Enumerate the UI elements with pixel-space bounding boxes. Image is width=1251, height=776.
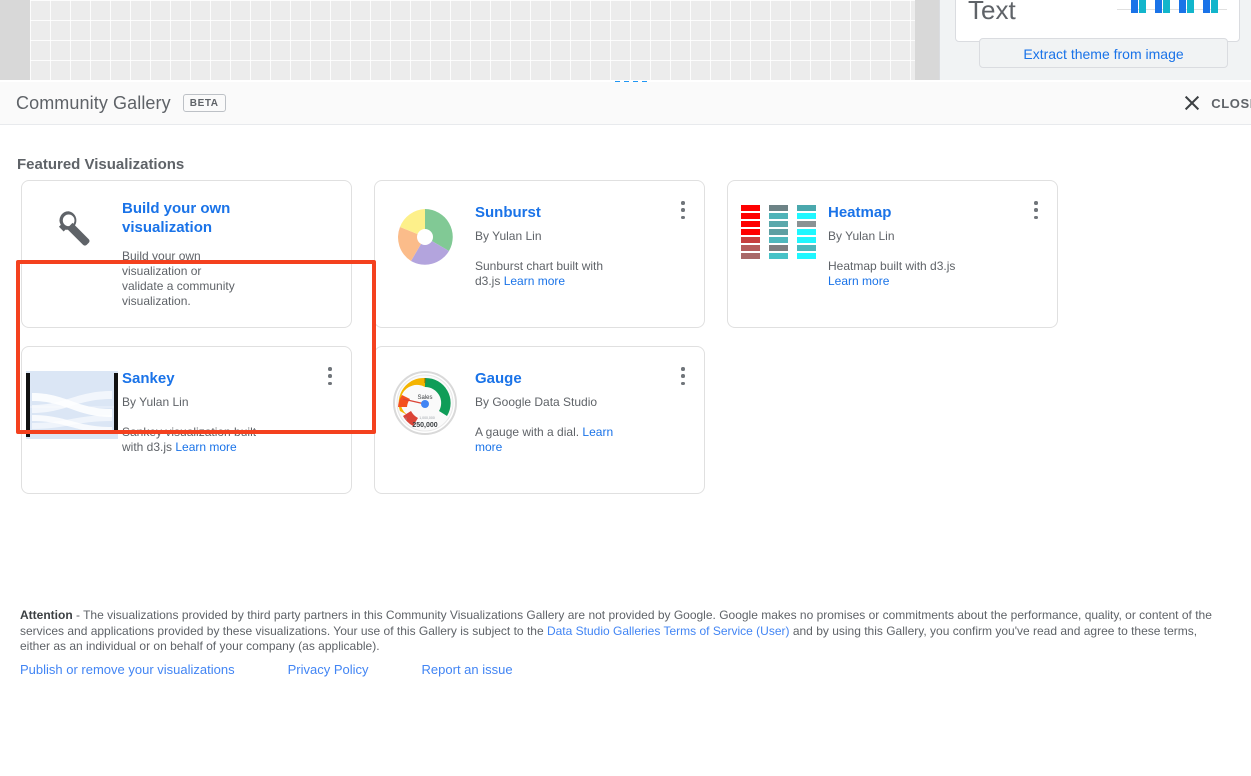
sunburst-chart-icon [393, 205, 457, 269]
extract-theme-from-image-button[interactable]: Extract theme from image [979, 38, 1228, 68]
card-content: Sunburst By Yulan Lin Sunburst chart bui… [475, 181, 704, 327]
footer-links: Publish or remove your visualizations Pr… [20, 662, 566, 677]
card-title[interactable]: Build your own visualization [122, 199, 262, 237]
learn-more-link[interactable]: Learn more [828, 274, 889, 288]
card-overflow-menu-icon[interactable] [1029, 199, 1043, 221]
card-row: Build your own visualization Build your … [21, 180, 1081, 346]
theme-text-label: Text [968, 0, 1016, 26]
card-description: A gauge with a dial. Learn more [475, 425, 620, 455]
card-sankey[interactable]: Sankey By Yulan Lin Sankey visualization… [21, 346, 352, 494]
card-build-your-own[interactable]: Build your own visualization Build your … [21, 180, 352, 328]
card-heatmap[interactable]: Heatmap By Yulan Lin Heatmap built with … [727, 180, 1058, 328]
community-gallery-dialog: Community Gallery BETA CLOSE Featured Vi… [0, 82, 1251, 776]
card-description: Heatmap built with d3.js Learn more [828, 259, 980, 289]
svg-text:1,000,000: 1,000,000 [419, 416, 435, 420]
card-description-text: Heatmap built with d3.js [828, 259, 955, 273]
card-author: By Yulan Lin [475, 229, 700, 243]
card-author: By Yulan Lin [828, 229, 1053, 243]
attention-notice: Attention - The visualizations provided … [20, 608, 1230, 655]
svg-text:0: 0 [405, 417, 407, 421]
close-button-label: CLOSE [1211, 96, 1251, 111]
theme-panel: Edge Text Extract theme from image [939, 0, 1251, 80]
card-title[interactable]: Heatmap [828, 203, 988, 222]
learn-more-link[interactable]: Learn more [175, 440, 236, 454]
terms-of-service-link[interactable]: Data Studio Galleries Terms of Service (… [547, 624, 790, 638]
wrench-icon [49, 205, 95, 251]
page-title: Community Gallery [16, 93, 171, 114]
report-grid-canvas [30, 0, 915, 80]
card-title[interactable]: Sunburst [475, 203, 635, 222]
card-description: Sunburst chart built with d3.js Learn mo… [475, 259, 627, 289]
publish-or-remove-link[interactable]: Publish or remove your visualizations [20, 662, 235, 677]
section-title: Featured Visualizations [17, 156, 184, 173]
attention-label: Attention [20, 608, 73, 622]
card-description: Build your own visualization or validate… [122, 249, 242, 309]
gauge-chart-icon: Sales 0 1,000,000 250,000 [393, 371, 457, 435]
theme-mini-bar-chart [1117, 0, 1227, 13]
card-thumbnail [22, 347, 122, 493]
card-content: Heatmap By Yulan Lin Heatmap built with … [828, 181, 1057, 327]
card-row: Sankey By Yulan Lin Sankey visualization… [21, 346, 1081, 512]
card-title[interactable]: Sankey [122, 369, 282, 388]
sankey-chart-icon [26, 371, 118, 439]
card-author: By Yulan Lin [122, 395, 347, 409]
card-content: Build your own visualization Build your … [122, 181, 351, 327]
close-button[interactable]: CLOSE [1183, 82, 1251, 124]
screen-root: Edge Text Extract theme from image [0, 0, 1251, 776]
report-canvas-background: Edge Text Extract theme from image [0, 0, 1251, 82]
card-thumbnail [728, 181, 828, 327]
privacy-policy-link[interactable]: Privacy Policy [288, 662, 369, 677]
theme-preview-card: Edge Text [955, 0, 1240, 42]
report-an-issue-link[interactable]: Report an issue [422, 662, 513, 677]
card-sunburst[interactable]: Sunburst By Yulan Lin Sunburst chart bui… [374, 180, 705, 328]
card-overflow-menu-icon[interactable] [323, 365, 337, 387]
svg-text:250,000: 250,000 [412, 422, 437, 429]
card-content: Gauge By Google Data Studio A gauge with… [475, 347, 704, 493]
card-description: Sankey visualization built with d3.js Le… [122, 425, 274, 455]
card-author: By Google Data Studio [475, 395, 700, 409]
card-thumbnail [375, 181, 475, 327]
close-icon [1183, 94, 1201, 112]
heatmap-chart-icon [741, 205, 816, 260]
card-thumbnail: Sales 0 1,000,000 250,000 [375, 347, 475, 493]
card-title[interactable]: Gauge [475, 369, 635, 388]
card-thumbnail [22, 181, 122, 327]
learn-more-link[interactable]: Learn more [504, 274, 565, 288]
card-overflow-menu-icon[interactable] [676, 199, 690, 221]
status-badge: BETA [183, 94, 226, 112]
card-gauge[interactable]: Sales 0 1,000,000 250,000 Gauge By Googl… [374, 346, 705, 494]
card-description-text: A gauge with a dial. [475, 425, 582, 439]
card-content: Sankey By Yulan Lin Sankey visualization… [122, 347, 351, 493]
card-overflow-menu-icon[interactable] [676, 365, 690, 387]
dialog-header: Community Gallery BETA CLOSE [0, 82, 1251, 125]
visualization-card-grid: Build your own visualization Build your … [21, 180, 1081, 512]
